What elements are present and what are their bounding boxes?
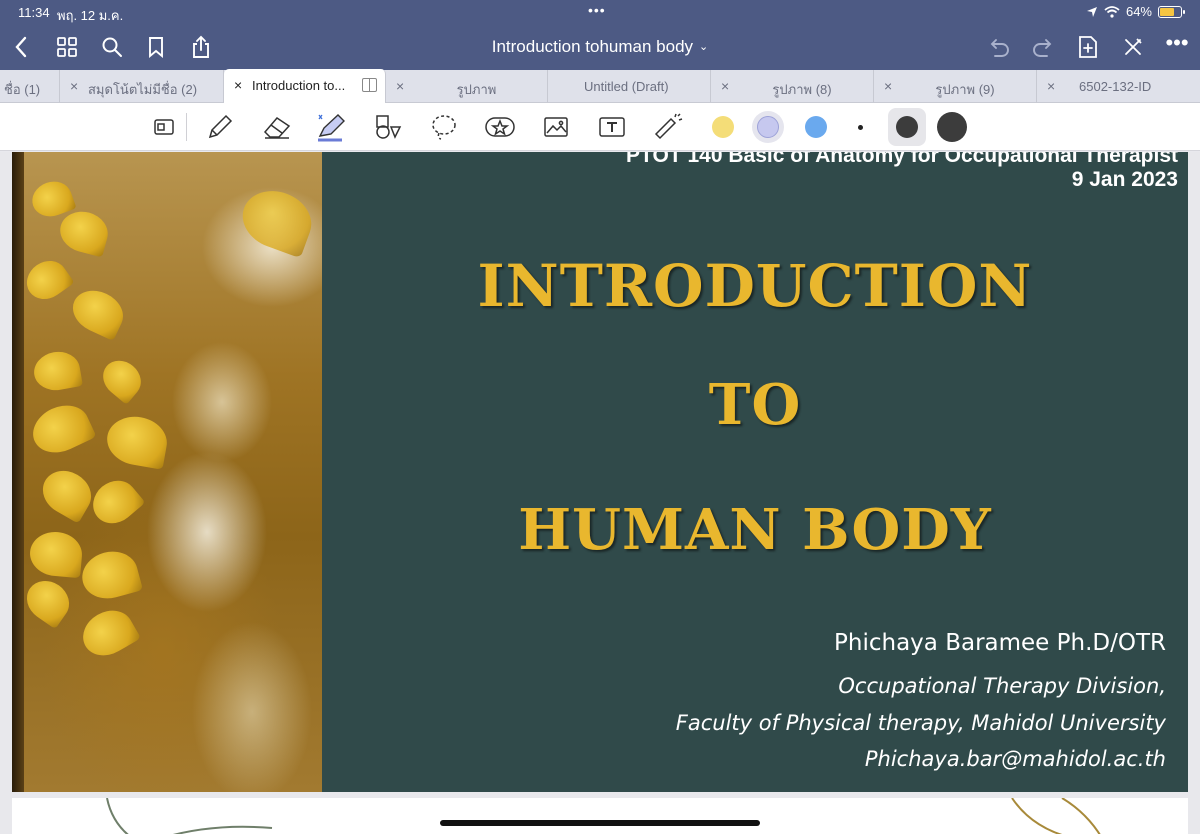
status-right: 64% [1086,4,1185,19]
tab-label: Untitled (Draft) [584,79,669,94]
wifi-icon [1104,5,1120,18]
location-icon [1086,6,1097,17]
color-blue-swatch[interactable] [805,116,827,138]
eraser-icon[interactable] [261,111,293,143]
affiliation-faculty: Faculty of Physical therapy, Mahidol Uni… [675,711,1166,735]
leaf [55,206,113,258]
tab-4[interactable]: × รูปภาพ [386,70,548,103]
status-time: 11:34 [18,5,50,20]
tab-label: รูปภาพ (9) [935,82,995,97]
next-page-sketch [106,798,1101,834]
author-name: Phichaya Baramee Ph.D/OTR [834,630,1166,656]
stroke-medium-option[interactable] [896,116,918,138]
color-yellow-swatch[interactable] [712,116,734,138]
tab-label: ชื่อ (1) [4,82,41,97]
close-icon[interactable]: × [234,77,242,93]
slide-heading-line-2: TO [708,372,802,438]
color-lavender-swatch[interactable] [757,116,779,138]
tool-bar [0,103,1200,151]
tree-trunk [12,152,24,792]
document-title-text: Introduction tohuman body [491,37,694,56]
close-icon[interactable]: × [721,78,729,94]
tab-7[interactable]: × รูปภาพ (9) [874,70,1037,103]
close-icon[interactable]: × [884,78,892,94]
tab-5[interactable]: Untitled (Draft) [548,70,711,103]
pen-icon[interactable] [204,111,236,143]
author-email: Phichaya.bar@mahidol.ac.th [864,747,1166,771]
lasso-icon[interactable] [428,111,460,143]
chevron-down-icon: ⌄ [699,41,709,53]
close-icon[interactable]: × [1047,78,1055,94]
leaf [34,462,100,524]
slide-page[interactable]: PTOT 140 Basic of Anatomy for Occupation… [12,152,1188,792]
toolbar-divider [186,113,187,141]
tab-label: รูปภาพ [456,82,497,97]
leaf [84,471,146,533]
next-page-preview[interactable] [12,798,1188,834]
image-icon[interactable] [540,111,572,143]
top-bar: 11:34 พฤ. 12 ม.ค. ••• 64% Introduction t… [0,0,1200,70]
laser-pointer-icon[interactable] [652,111,684,143]
affiliation-division: Occupational Therapy Division, [838,674,1166,698]
leaf [234,181,320,259]
undo-icon[interactable] [986,34,1012,60]
tab-label: Introduction to... [252,78,346,93]
leaf [77,545,143,605]
redo-icon[interactable] [1030,34,1056,60]
document-title[interactable]: Introduction tohuman body ⌄ [0,37,1200,57]
tab-1[interactable]: ชื่อ (1) [0,70,60,103]
leaf [95,353,149,405]
leaf [74,601,142,665]
course-title: PTOT 140 Basic of Anatomy for Occupation… [626,152,1178,167]
close-icon[interactable]: × [396,78,404,94]
slide-heading-line-1: INTRODUCTION [477,252,1033,320]
tab-label: รูปภาพ (8) [772,82,832,97]
leaf [19,572,77,630]
shapes-icon[interactable] [372,111,404,143]
sticker-icon[interactable] [484,111,516,143]
add-page-icon[interactable] [1075,34,1101,60]
leaf [25,396,97,462]
tab-label: 6502-132-ID [1079,79,1152,94]
tab-3-active[interactable]: × Introduction to... [224,69,386,103]
slide-date: 9 Jan 2023 [1071,168,1178,191]
slide-heading-line-3: HUMAN BODY [518,497,992,563]
text-icon[interactable] [596,111,628,143]
battery-percent: 64% [1125,4,1152,19]
read-only-icon[interactable] [148,111,180,143]
tab-bar: ชื่อ (1) × สมุดโน้ตไม่มีชื่อ (2) × Intro… [0,69,1200,103]
battery-level [1160,7,1175,16]
tab-2[interactable]: × สมุดโน้ตไม่มีชื่อ (2) [60,70,224,103]
close-pen-icon[interactable] [1120,34,1146,60]
leaf [28,529,84,579]
leaf [65,282,131,342]
status-bar: 11:34 พฤ. 12 ม.ค. ••• 64% [0,0,1200,24]
leaf [103,412,171,470]
multitask-dots-icon[interactable]: ••• [588,2,606,18]
close-icon[interactable]: × [70,78,78,94]
home-indicator[interactable] [440,820,760,826]
tab-label: สมุดโน้ตไม่มีชื่อ (2) [88,82,198,97]
nav-bar: Introduction tohuman body ⌄ ••• [0,28,1200,66]
ginkgo-photo [12,152,322,792]
page-canvas[interactable]: PTOT 140 Basic of Anatomy for Occupation… [0,152,1200,834]
tab-8[interactable]: × 6502-132-ID [1037,70,1200,103]
leaf [31,348,83,394]
tab-6[interactable]: × รูปภาพ (8) [711,70,874,103]
more-icon[interactable]: ••• [1164,30,1190,56]
highlighter-icon[interactable] [316,111,348,143]
leaf [19,253,75,307]
status-date: พฤ. 12 ม.ค. [57,8,124,23]
stroke-thick-option[interactable] [937,112,967,142]
battery-icon [1158,5,1185,18]
split-view-icon[interactable] [362,78,377,92]
stroke-thin-option[interactable] [858,125,863,130]
